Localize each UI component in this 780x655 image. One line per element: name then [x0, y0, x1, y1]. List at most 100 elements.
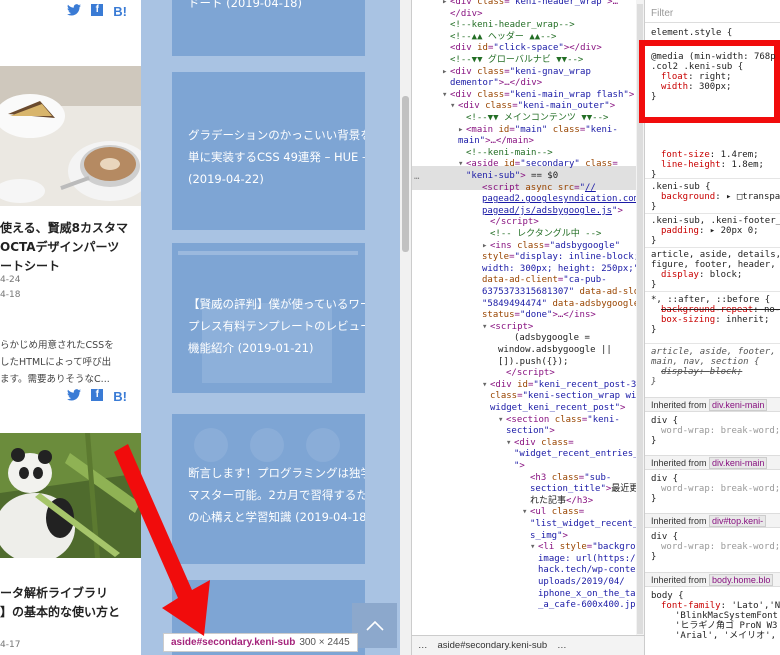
- user-agent-rule[interactable]: article, aside, footer, he main, nav, se…: [651, 347, 780, 387]
- dom-node-line[interactable]: ▸ <div class="keni-header_wrap">…: [442, 0, 618, 8]
- facebook-share-icon[interactable]: f: [91, 4, 104, 16]
- dom-node-line[interactable]: status="done">…</ins>: [482, 310, 596, 321]
- inherited-from-link[interactable]: div.keni-main: [709, 399, 768, 411]
- element-style-rule[interactable]: element.style {: [651, 28, 732, 38]
- dom-node-line[interactable]: hack.tech/wp-content/: [538, 565, 644, 576]
- dom-node-line[interactable]: "list_widget_recent_entrie: [530, 519, 644, 530]
- breadcrumb-item-current[interactable]: aside#secondary.keni-sub: [438, 640, 548, 651]
- inherited-rule[interactable]: div { word-wrap: break-word; }: [651, 416, 780, 446]
- dom-node-line[interactable]: 6375373315681307" data-ad-slot=: [482, 287, 644, 298]
- dom-node-line[interactable]: <div id="click-space"></div>: [450, 43, 602, 54]
- inherited-rule[interactable]: div { word-wrap: break-word; }: [651, 474, 780, 504]
- facebook-share-icon[interactable]: f: [91, 389, 104, 401]
- css-rule[interactable]: .keni-sub, .keni-footer_o padding: ▸ 20p…: [651, 216, 780, 246]
- inherited-from-header: Inherited from div#top.keni-: [645, 513, 780, 528]
- dom-node-line[interactable]: "widget_recent_entries_img03: [514, 449, 644, 460]
- devtools-elements-panel[interactable]: … ▸ <div class="keni-header_wrap">… </div>…: [411, 0, 644, 655]
- twitter-share-icon[interactable]: [67, 389, 82, 404]
- dom-node-line[interactable]: ▾ <div class="keni-main_wrap flash">: [442, 90, 634, 101]
- dom-node-line[interactable]: <!--keni-header_wrap-->: [450, 20, 575, 31]
- dom-node-line[interactable]: ▸ <div class="keni-gnav_wrap: [442, 67, 591, 78]
- recent-post-card[interactable]: 【賢威の評判】僕が使っているワード プレス有料テンプレートのレビューと 機能紹介…: [172, 243, 365, 393]
- dom-node-line[interactable]: <script async src="//: [482, 183, 596, 194]
- dom-node-line[interactable]: (adsbygoogle =: [514, 333, 590, 344]
- css-rule[interactable]: .keni-sub { background: ▸ □transpar }: [651, 182, 780, 212]
- media-rule-selector[interactable]: .col2 .keni-sub {: [651, 62, 776, 72]
- media-rule-prop[interactable]: float: right;: [661, 72, 776, 82]
- dom-node-line[interactable]: width: 300px; height: 250px;": [482, 264, 639, 275]
- dom-node-line[interactable]: uploads/2019/04/: [538, 577, 625, 588]
- dom-node-line[interactable]: style="display: inline-block;: [482, 252, 639, 263]
- dom-node-line[interactable]: ▾ <ul class=: [522, 507, 584, 518]
- dom-node-line[interactable]: image: url(https://lets-: [538, 554, 644, 565]
- dom-node-line[interactable]: ▾ <aside id="secondary" class=: [458, 159, 618, 170]
- dom-node-line[interactable]: "5849494474" data-adsbygoogle-: [482, 299, 644, 310]
- recent-post-card[interactable]: ドート (2019-04-18): [172, 0, 365, 56]
- dom-node-line[interactable]: <!--keni-main-->: [466, 148, 553, 159]
- dom-node-line[interactable]: ▸ <main id="main" class="keni-: [458, 125, 618, 136]
- page-scrollbar-thumb[interactable]: [402, 96, 409, 252]
- dom-node-line[interactable]: data-ad-client="ca-pub-: [482, 275, 607, 286]
- dom-node-line[interactable]: <h3 class="sub-: [530, 473, 611, 484]
- hatena-bookmark-icon[interactable]: B!: [113, 4, 127, 19]
- media-rule-prop[interactable]: width: 300px;: [661, 82, 776, 92]
- dom-node-line[interactable]: れた記事</h3>: [530, 496, 593, 507]
- dom-node-line[interactable]: s_img">: [530, 531, 568, 542]
- post-date: 4-17: [0, 640, 21, 650]
- dom-node-line[interactable]: <!--▼▼ メインコンテンツ ▼▼-->: [466, 113, 608, 124]
- dom-node-line[interactable]: pagead2.googlesyndication.com/: [482, 194, 644, 205]
- inherited-from-link[interactable]: div.keni-main: [709, 457, 768, 469]
- dom-node-line[interactable]: window.adsbygoogle ||: [498, 345, 612, 356]
- dom-node-line[interactable]: ▾ <div id="keni_recent_post-3": [482, 380, 642, 391]
- dom-node-line[interactable]: </div>: [450, 9, 483, 20]
- dom-node-line[interactable]: ▾ <script>: [482, 322, 533, 333]
- dom-node-line[interactable]: ▸ <ins class="adsbygoogle": [482, 241, 620, 252]
- inherited-rule[interactable]: body { font-family: 'Lato','No 'BlinkMac…: [651, 591, 780, 641]
- css-rule[interactable]: *, ::after, ::before { background-repeat…: [651, 295, 780, 335]
- inherited-rule[interactable]: div { word-wrap: break-word; }: [651, 532, 780, 562]
- dom-node-line[interactable]: ">: [514, 461, 525, 472]
- dom-node-line[interactable]: main">…</main>: [458, 136, 534, 147]
- inherited-from-header: Inherited from div.keni-main: [645, 455, 780, 470]
- recent-post-title[interactable]: グラデーションのかっこいい背景を簡 単に実装するCSS 49連発 – HUE –…: [188, 124, 365, 190]
- post-title[interactable]: 使える、賢威8カスタマ OCTAデザインパーツ ートシート: [0, 219, 135, 276]
- dom-node-line[interactable]: section_title">最近更新さ: [530, 484, 644, 495]
- dom-node-line[interactable]: ▾<li style="background-: [530, 542, 644, 553]
- css-rule[interactable]: article, aside, details, figure, footer,…: [651, 250, 780, 290]
- dom-node-line[interactable]: _a_cafe-600x400.jpg);">: [538, 600, 644, 611]
- dom-node-line[interactable]: section">: [506, 426, 555, 437]
- dom-breadcrumb: … aside#secondary.keni-sub …: [412, 635, 644, 655]
- scroll-to-top-button[interactable]: [352, 603, 397, 648]
- dom-node-line[interactable]: <!-- レクタングル中 -->: [490, 229, 601, 240]
- inherited-from-header: Inherited from div.keni-main: [645, 397, 780, 412]
- dom-node-line[interactable]: iphone_x_on_the_table_in: [538, 589, 644, 600]
- dom-node-line[interactable]: ▾ <section class="keni-: [498, 415, 620, 426]
- recent-post-card[interactable]: グラデーションのかっこいい背景を簡 単に実装するCSS 49連発 – HUE –…: [172, 72, 365, 230]
- dom-node-line[interactable]: class="keni-section_wrap widget: [490, 391, 644, 402]
- dom-node-line[interactable]: </script>: [490, 217, 539, 228]
- post-updated-date: 4-18: [0, 290, 21, 300]
- dom-node-line[interactable]: dementor">…</div>: [450, 78, 542, 89]
- breadcrumb-item[interactable]: …: [557, 640, 567, 651]
- media-query[interactable]: @media (min-width: 768p: [651, 52, 776, 62]
- dom-node-line[interactable]: "keni-sub"> == $0: [466, 171, 558, 182]
- node-actions-ellipsis[interactable]: …: [414, 172, 419, 183]
- inherited-from-link[interactable]: body.home.blo: [709, 574, 774, 586]
- twitter-share-icon[interactable]: [67, 4, 82, 19]
- dom-node-line[interactable]: </script>: [506, 368, 555, 379]
- dom-node-line[interactable]: []).push({});: [498, 357, 568, 368]
- breadcrumb-item[interactable]: …: [418, 640, 428, 651]
- dom-node-line[interactable]: ▾ <div class="keni-main_outer">: [450, 101, 615, 112]
- dom-node-line[interactable]: pagead/js/adsbygoogle.js">: [482, 206, 623, 217]
- dom-node-line[interactable]: <!--▼▼ グローバルナビ ▼▼-->: [450, 55, 583, 66]
- dom-node-line[interactable]: ▾ <div class=: [506, 438, 574, 449]
- page-scrollbar[interactable]: [400, 0, 411, 655]
- recent-post-title[interactable]: ドート (2019-04-18): [188, 0, 302, 14]
- dom-node-line[interactable]: <!--▲▲ ヘッダー ▲▲-->: [450, 32, 556, 43]
- inherited-from-link[interactable]: div#top.keni-: [709, 515, 767, 527]
- post-thumbnail-cafe[interactable]: [0, 66, 141, 206]
- hatena-bookmark-icon[interactable]: B!: [113, 389, 127, 404]
- recent-post-title[interactable]: 【賢威の評判】僕が使っているワード プレス有料テンプレートのレビューと 機能紹介…: [188, 293, 365, 359]
- styles-filter-input[interactable]: Filter: [645, 5, 780, 23]
- dom-node-line[interactable]: widget_keni_recent_post">: [490, 403, 625, 414]
